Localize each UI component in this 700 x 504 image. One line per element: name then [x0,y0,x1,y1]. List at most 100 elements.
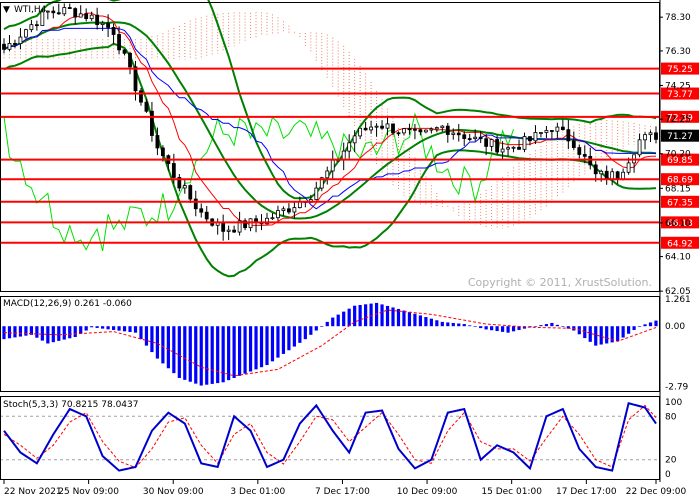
macd-bar [320,326,324,327]
candle-body [78,13,83,18]
price-tick-label: 70.20 [665,150,691,160]
candle-body [462,134,467,139]
candle-body [111,27,116,35]
macd-bar [7,326,12,339]
price-tick-label: 68.15 [665,184,691,194]
stoch-panel: 100 80 20 0 [0,398,682,480]
macd-bar [18,326,23,337]
time-tick-label: 10 Dec 09:00 [397,487,458,497]
candle-body [150,110,154,136]
candle-body [407,128,412,131]
price-frame [0,2,660,292]
macd-bar [632,326,636,330]
candle-body [199,208,204,213]
candle-body [643,134,647,141]
macd-bar [254,326,258,370]
macd-bar [232,326,236,378]
candle-body [506,147,510,150]
price-tick-label: 64.10 [665,253,691,263]
macd-bar [243,326,247,374]
macd-bar [407,312,412,327]
time-tick-label: 22 Dec 09:00 [626,487,687,497]
macd-bar [309,326,313,335]
candle-body [160,147,165,157]
candle-body [56,12,61,15]
macd-bar [446,322,450,327]
candle-body [402,128,406,134]
macd-bar [418,315,423,327]
macd-signal-line [3,309,657,377]
price-tick-label: 78.30 [665,13,691,23]
macd-bar [627,326,631,334]
candle-body [577,147,582,155]
macd-bar [616,326,620,342]
candle-body [599,170,604,175]
candle-body [511,146,516,149]
candle-body [374,125,379,128]
candle-body [380,125,384,129]
candle-body [413,128,417,131]
candle-body [67,7,72,9]
candle-body [539,132,543,134]
candle-body [467,138,472,140]
candle-body [139,90,143,103]
candle-body [84,13,89,20]
chart-canvas: 75.2573.7772.3969.8568.6967.3566.1364.92… [0,0,699,497]
candle-body [204,211,209,220]
collapse-arrow-icon[interactable]: ▼ [3,5,10,15]
candle-body [363,127,368,131]
candle-body [276,210,280,219]
candle-body [637,139,642,156]
candle-body [648,132,653,136]
candle-body [95,14,100,25]
candle-body [7,43,12,50]
macd-bar [336,314,340,327]
candle-body [144,101,149,112]
macd-bar [265,326,269,366]
candle-body [610,171,615,180]
macd-bar [594,326,598,346]
macd-bar [133,326,138,333]
time-axis: 22 Nov 202125 Nov 09:00 30 Nov 09:00 3 Dec… [3,480,687,497]
candle-body [45,10,50,13]
macd-bar [259,326,264,368]
candle-body [626,162,631,173]
candle-body [155,135,160,149]
candle-body [171,163,176,178]
macd-bar [150,326,154,353]
macd-bar [62,326,66,340]
macd-bar [544,324,549,327]
candle-body [73,8,78,18]
macd-bar [364,304,368,327]
watermark: Copyright © 2011, XrustSolution. [468,276,652,289]
candle-body [18,36,23,45]
candle-body [369,126,373,131]
macd-bar [205,326,209,385]
candle-body [62,7,67,15]
macd-bar [57,326,61,341]
candle-body [489,139,494,147]
macd-bar [550,322,554,327]
macd-bar [539,325,543,327]
stoch-tick-label: 100 [665,398,682,408]
candle-body [226,229,231,232]
candle-body [330,159,335,172]
macd-bar [292,326,296,347]
candle-body [347,142,352,152]
candle-body [522,136,527,150]
candle-body [451,132,456,135]
stoch-tick-label: 80 [665,412,677,422]
candle-body [423,129,428,133]
candle-body [281,208,286,211]
time-tick-label: 3 Dec 01:00 [230,487,285,497]
candle-body [34,24,39,27]
macd-bar [451,322,455,327]
macd-bar [385,305,390,327]
candle-body [287,208,291,213]
macd-bar [369,303,373,327]
macd-bar [68,326,72,339]
candle-body [544,130,549,133]
candle-body [51,10,56,14]
candle-body [13,43,17,45]
macd-histogram [2,302,658,386]
